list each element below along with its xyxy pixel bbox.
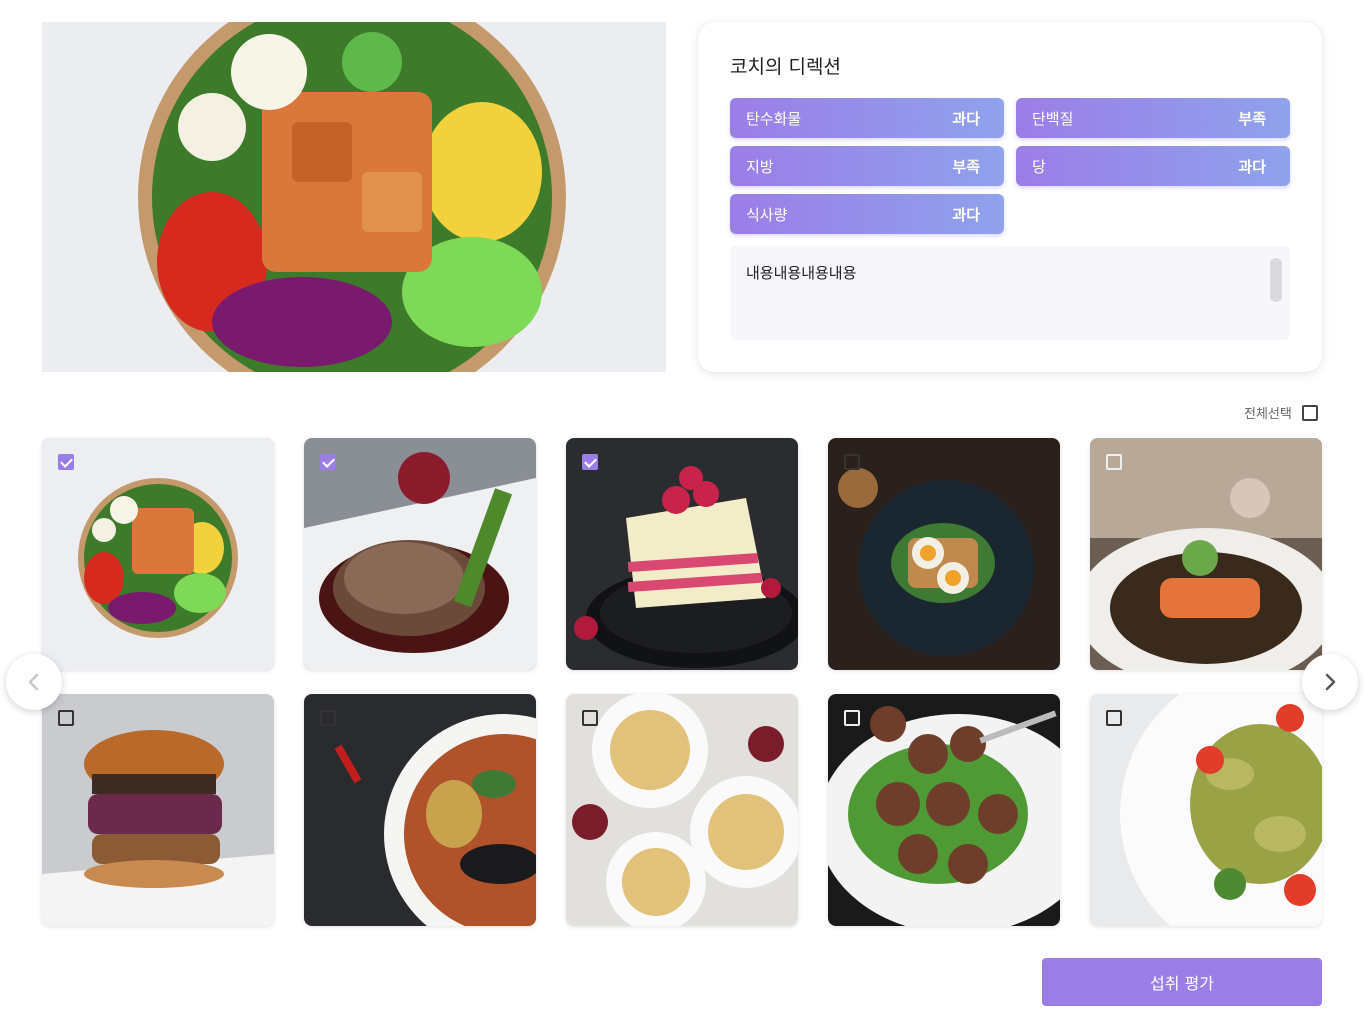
nutrient-name: 식사량 — [746, 205, 788, 224]
steak-photo — [304, 438, 536, 670]
nutrient-status: 과다 — [1238, 157, 1266, 176]
egg-toast-photo — [828, 438, 1060, 670]
food-card-meatballs[interactable] — [828, 694, 1060, 926]
food-checkbox[interactable] — [1106, 454, 1122, 470]
food-card-egg-toast[interactable] — [828, 438, 1060, 670]
meatball-photo — [828, 694, 1060, 926]
select-all[interactable]: 전체선택 — [1244, 403, 1318, 422]
nutrient-name: 지방 — [746, 157, 774, 176]
food-checkbox[interactable] — [844, 454, 860, 470]
food-checkbox[interactable] — [582, 454, 598, 470]
main-food-photo — [42, 22, 666, 372]
farfalle-salad-photo — [1090, 694, 1322, 926]
nutrient-chip-fat: 지방 부족 — [730, 146, 1004, 186]
food-card-cake[interactable] — [566, 438, 798, 670]
salad-bowl-photo — [42, 438, 274, 670]
food-checkbox[interactable] — [320, 454, 336, 470]
food-card-curry[interactable] — [304, 694, 536, 926]
food-checkbox[interactable] — [58, 710, 74, 726]
nutrient-chip-carbs: 탄수화물 과다 — [730, 98, 1004, 138]
coach-memo-text: 내용내용내용내용 — [746, 264, 857, 282]
chevron-right-icon — [1325, 673, 1336, 691]
select-all-label: 전체선택 — [1244, 407, 1292, 422]
carousel-next-button[interactable] — [1302, 654, 1358, 710]
chevron-left-icon — [28, 673, 39, 691]
coach-title: 코치의 디렉션 — [730, 56, 841, 78]
nutrient-name: 탄수화물 — [746, 109, 802, 128]
coach-memo[interactable]: 내용내용내용내용 — [730, 246, 1290, 340]
memo-scrollbar[interactable] — [1270, 258, 1282, 302]
food-checkbox[interactable] — [1106, 710, 1122, 726]
food-card-pasta[interactable] — [566, 694, 798, 926]
nutrient-status: 과다 — [952, 205, 980, 224]
food-card-farfalle[interactable] — [1090, 694, 1322, 926]
nutrient-status: 부족 — [1238, 109, 1266, 128]
pasta-photo — [566, 694, 798, 926]
food-card-burger[interactable] — [42, 694, 274, 926]
curry-photo — [304, 694, 536, 926]
carousel-prev-button[interactable] — [6, 654, 62, 710]
salmon-photo — [1090, 438, 1322, 670]
coach-direction-panel: 코치의 디렉션 탄수화물 과다 단백질 부족 지방 부족 당 과다 식사량 과다… — [698, 22, 1322, 372]
burger-photo — [42, 694, 274, 926]
salad-bowl-image — [42, 22, 666, 372]
evaluate-intake-button[interactable]: 섭취 평가 — [1042, 958, 1322, 1006]
food-checkbox[interactable] — [582, 710, 598, 726]
food-checkbox[interactable] — [58, 454, 74, 470]
food-card-salmon[interactable] — [1090, 438, 1322, 670]
food-checkbox[interactable] — [320, 710, 336, 726]
select-all-checkbox[interactable] — [1301, 404, 1318, 421]
food-card-steak[interactable] — [304, 438, 536, 670]
nutrient-name: 단백질 — [1032, 109, 1074, 128]
nutrient-status: 부족 — [952, 157, 980, 176]
nutrient-chip-amount: 식사량 과다 — [730, 194, 1004, 234]
nutrient-name: 당 — [1032, 157, 1046, 176]
nutrient-status: 과다 — [952, 109, 980, 128]
food-checkbox[interactable] — [844, 710, 860, 726]
nutrient-chip-protein: 단백질 부족 — [1016, 98, 1290, 138]
food-card-salad[interactable] — [42, 438, 274, 670]
nutrient-chip-sugar: 당 과다 — [1016, 146, 1290, 186]
cake-photo — [566, 438, 798, 670]
